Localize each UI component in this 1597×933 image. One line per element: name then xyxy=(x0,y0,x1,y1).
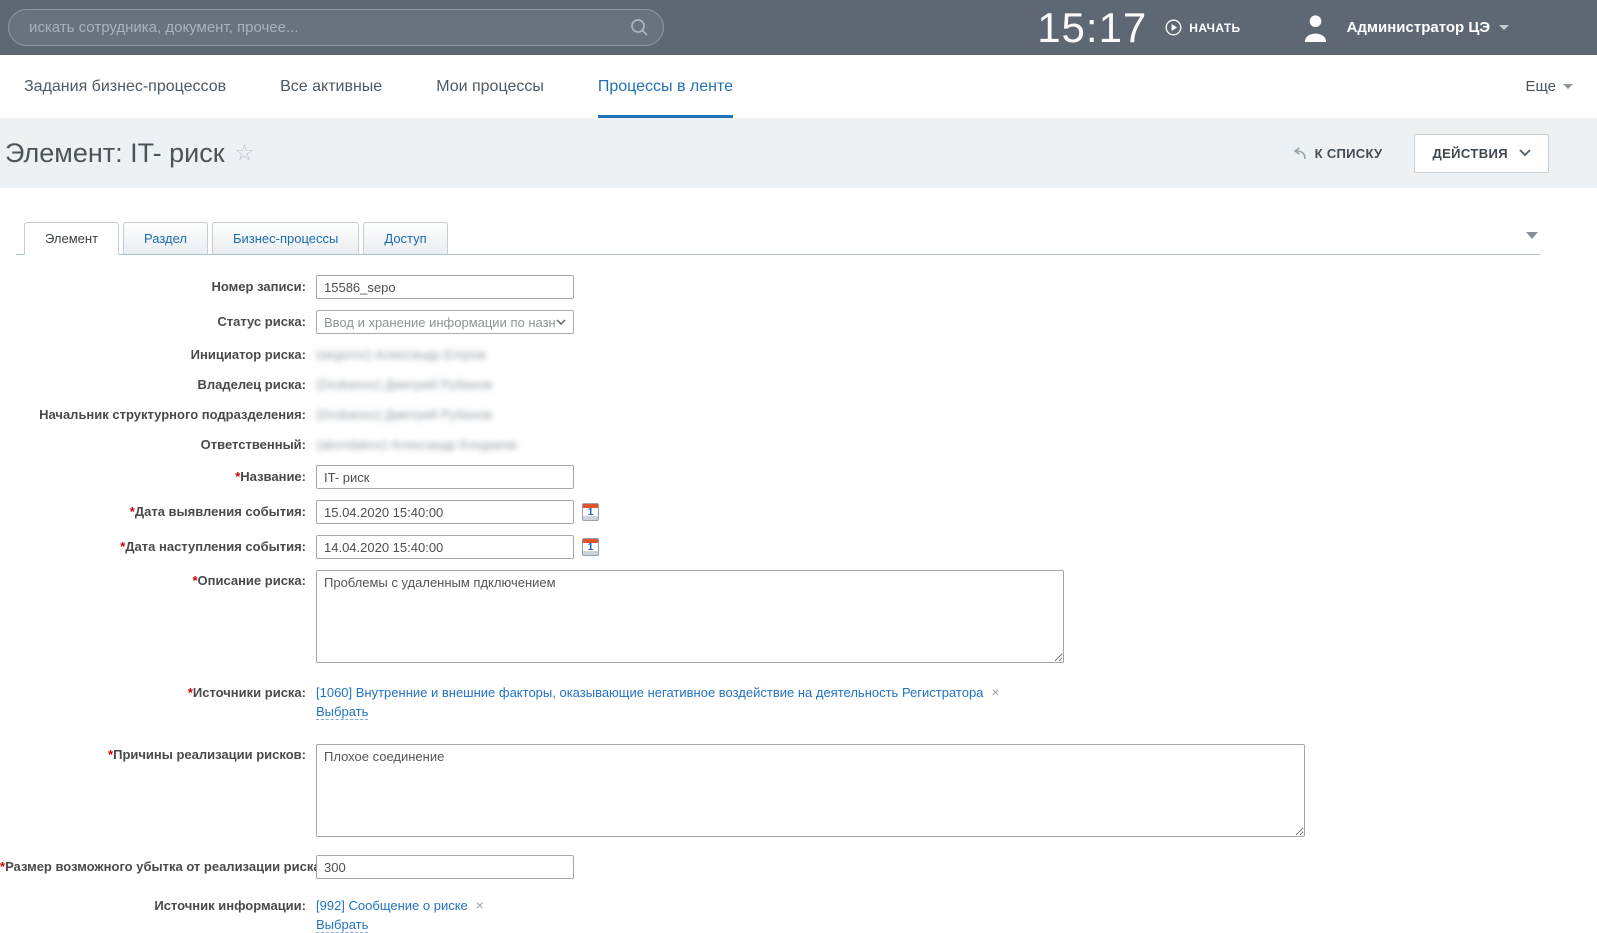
record-number-label: Номер записи: xyxy=(0,275,316,299)
back-arrow-icon xyxy=(1292,147,1307,160)
tab-element[interactable]: Элемент xyxy=(24,222,119,255)
risk-status-select[interactable]: Ввод и хранение информации по назна xyxy=(316,310,574,334)
worktime-clock[interactable]: 15:17 xyxy=(1037,4,1147,52)
risk-status-label: Статус риска: xyxy=(0,310,316,334)
page-header: Элемент: IT- риск ☆ К СПИСКУ ДЕЙСТВИЯ xyxy=(0,118,1597,188)
main-nav: Задания бизнес-процессов Все активные Мо… xyxy=(0,55,1597,118)
nav-item-my-processes[interactable]: Мои процессы xyxy=(436,55,544,118)
chevron-down-icon xyxy=(1499,25,1509,30)
top-bar: 15:17 НАЧАТЬ Администратор ЦЭ xyxy=(0,0,1597,55)
description-label: *Описание риска: xyxy=(0,570,316,663)
detail-tabs: Элемент Раздел Бизнес-процессы Доступ xyxy=(16,222,1540,255)
more-label: Еще xyxy=(1525,78,1556,95)
form-row-record-number: Номер записи: xyxy=(0,275,1597,299)
tab-access[interactable]: Доступ xyxy=(363,222,447,254)
responsible-value: (akondakov) Александр Кондаков xyxy=(316,435,517,455)
actions-button[interactable]: ДЕЙСТВИЯ xyxy=(1414,134,1549,173)
chevron-down-icon xyxy=(556,319,566,325)
unit-head-value: (Drubanov) Дмитрий Рубанов xyxy=(316,405,492,425)
back-to-list-link[interactable]: К СПИСКУ xyxy=(1292,146,1383,161)
causes-textarea[interactable]: Плохое соединение xyxy=(316,744,1305,837)
user-avatar-icon[interactable] xyxy=(1301,13,1330,42)
tab-business-processes[interactable]: Бизнес-процессы xyxy=(212,222,359,254)
form-row-causes: *Причины реализации рисков: Плохое соеди… xyxy=(0,744,1597,837)
form-row-risk-status: Статус риска: Ввод и хранение информации… xyxy=(0,310,1597,334)
user-menu[interactable]: Администратор ЦЭ xyxy=(1347,19,1509,36)
remove-icon[interactable]: × xyxy=(991,685,999,700)
remove-icon[interactable]: × xyxy=(476,898,484,913)
info-source-label: Источник информации: xyxy=(0,895,316,933)
risk-sources-label: *Источники риска: xyxy=(0,682,316,720)
search-icon[interactable] xyxy=(630,18,649,37)
initiator-label: Инициатор риска: xyxy=(0,345,316,365)
calendar-icon[interactable] xyxy=(582,503,599,521)
form-row-initiator: Инициатор риска: (aegorov) Александр Его… xyxy=(0,345,1597,365)
nav-item-feed-processes[interactable]: Процессы в ленте xyxy=(598,55,733,118)
form-row-occur-date: *Дата наступления события: xyxy=(0,535,1597,559)
back-to-list-label: К СПИСКУ xyxy=(1315,146,1383,161)
favorite-star-icon[interactable]: ☆ xyxy=(235,142,255,164)
detect-date-input[interactable] xyxy=(316,500,574,524)
form-row-responsible: Ответственный: (akondakov) Александр Кон… xyxy=(0,435,1597,455)
info-source-choose-link[interactable]: Выбрать xyxy=(316,917,368,933)
element-form: Номер записи: Статус риска: Ввод и хране… xyxy=(0,275,1597,933)
search-input[interactable] xyxy=(29,19,630,36)
start-label: НАЧАТЬ xyxy=(1189,21,1240,35)
form-row-name: *Название: xyxy=(0,465,1597,489)
actions-label: ДЕЙСТВИЯ xyxy=(1432,146,1508,161)
occur-date-label: *Дата наступления события: xyxy=(0,535,316,559)
global-search[interactable] xyxy=(8,9,664,46)
chevron-down-icon xyxy=(1519,149,1531,157)
info-source-link[interactable]: [992] Сообщение о риске xyxy=(316,898,468,913)
tab-section[interactable]: Раздел xyxy=(123,222,208,254)
content-area: Элемент Раздел Бизнес-процессы Доступ Но… xyxy=(0,188,1597,933)
form-row-owner: Владелец риска: (Drubanov) Дмитрий Рубан… xyxy=(0,375,1597,395)
chevron-down-icon xyxy=(1563,84,1573,89)
unit-head-label: Начальник структурного подразделения: xyxy=(0,405,316,425)
user-name: Администратор ЦЭ xyxy=(1347,19,1490,36)
name-label: *Название: xyxy=(0,465,316,489)
form-row-unit-head: Начальник структурного подразделения: (D… xyxy=(0,405,1597,425)
detect-date-label: *Дата выявления события: xyxy=(0,500,316,524)
page-title: Элемент: IT- риск xyxy=(5,138,225,169)
record-number-input[interactable] xyxy=(316,275,574,299)
play-circle-icon xyxy=(1165,19,1182,36)
loss-label: *Размер возможного убытка от реализации … xyxy=(0,855,316,879)
name-input[interactable] xyxy=(316,465,574,489)
initiator-value: (aegorov) Александр Егоров xyxy=(316,345,486,365)
risk-status-value: Ввод и хранение информации по назна xyxy=(324,315,556,330)
worktime-start-button[interactable]: НАЧАТЬ xyxy=(1165,19,1240,36)
description-textarea[interactable]: Проблемы с удаленным пдключением xyxy=(316,570,1064,663)
responsible-label: Ответственный: xyxy=(0,435,316,455)
form-row-risk-sources: *Источники риска: [1060] Внутренние и вн… xyxy=(0,682,1597,720)
form-row-description: *Описание риска: Проблемы с удаленным пд… xyxy=(0,570,1597,663)
form-row-info-source: Источник информации: [992] Сообщение о р… xyxy=(0,895,1597,933)
nav-item-bp-tasks[interactable]: Задания бизнес-процессов xyxy=(24,55,226,118)
nav-more-menu[interactable]: Еще xyxy=(1525,55,1573,118)
causes-label: *Причины реализации рисков: xyxy=(0,744,316,837)
owner-value: (Drubanov) Дмитрий Рубанов xyxy=(316,375,492,395)
risk-sources-choose-link[interactable]: Выбрать xyxy=(316,704,368,720)
form-row-loss: *Размер возможного убытка от реализации … xyxy=(0,855,1597,879)
calendar-icon[interactable] xyxy=(582,538,599,556)
loss-input[interactable] xyxy=(316,855,574,879)
tabs-dropdown-icon[interactable] xyxy=(1526,232,1538,239)
occur-date-input[interactable] xyxy=(316,535,574,559)
owner-label: Владелец риска: xyxy=(0,375,316,395)
risk-source-link[interactable]: [1060] Внутренние и внешние факторы, ока… xyxy=(316,685,983,700)
form-row-detect-date: *Дата выявления события: xyxy=(0,500,1597,524)
nav-item-all-active[interactable]: Все активные xyxy=(280,55,382,118)
